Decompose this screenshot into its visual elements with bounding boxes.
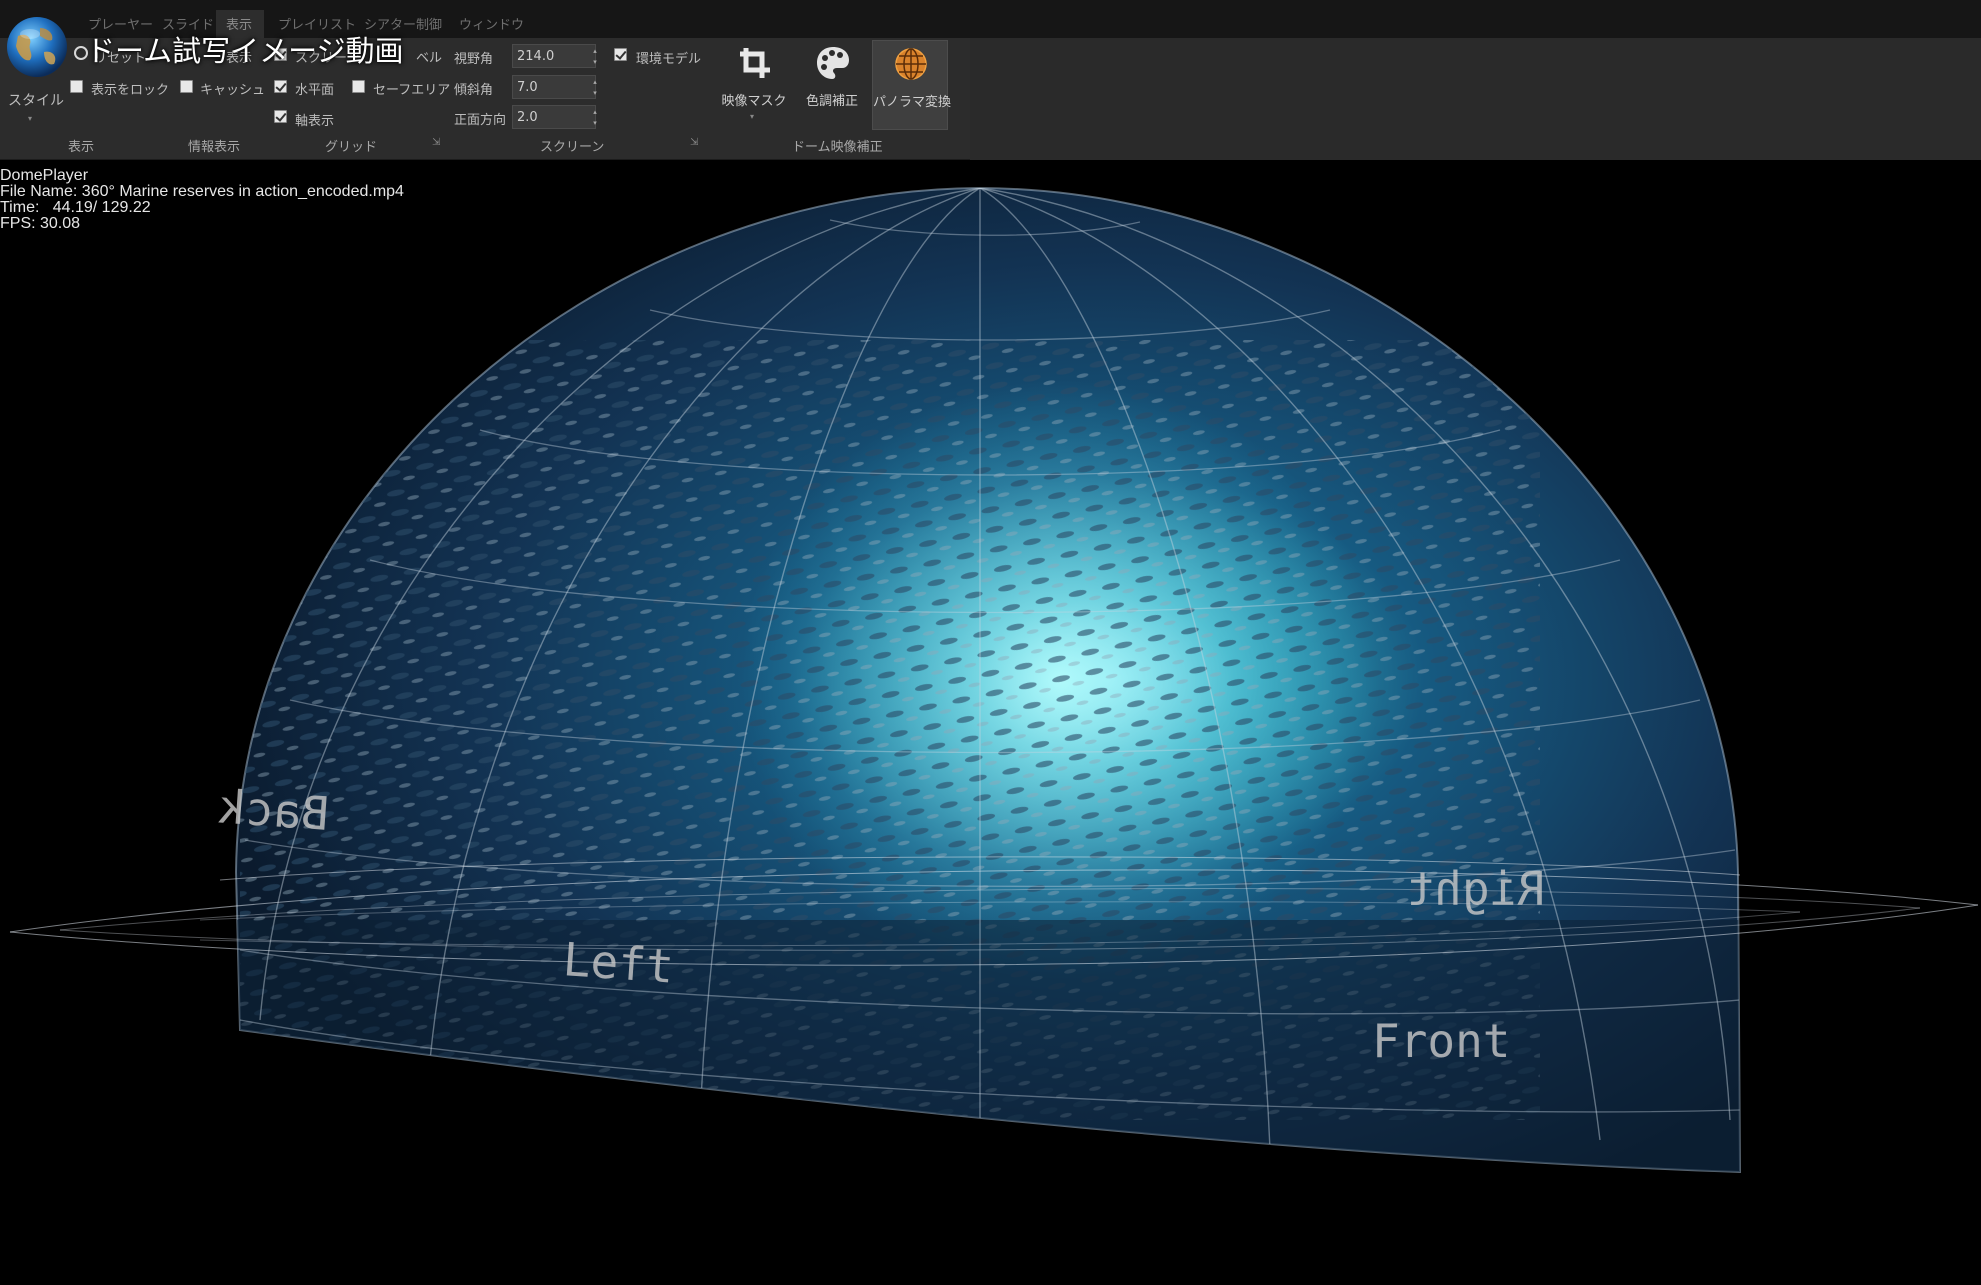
- video-mask-dropdown-icon[interactable]: ▾: [750, 112, 754, 121]
- front-direction-spinner-icon[interactable]: ▴ ▾: [588, 107, 602, 131]
- style-button[interactable]: スタイル: [8, 90, 64, 110]
- panorama-conversion-label: パノラマ変換: [873, 95, 952, 110]
- tilt-label: 傾斜角: [454, 83, 494, 98]
- video-title-overlay: ドーム試写イメージ動画: [86, 34, 404, 68]
- info-fps: FPS: 30.08: [0, 215, 81, 232]
- front-direction-input[interactable]: [512, 105, 596, 129]
- grid-launcher-icon[interactable]: ⇲: [432, 137, 440, 148]
- lock-display-label: 表示をロック: [91, 83, 170, 98]
- cache-label: キャッシュ: [200, 83, 266, 98]
- axis-label-right: Right: [1407, 862, 1545, 916]
- fov-input[interactable]: [512, 44, 596, 68]
- axis-label-left: Left: [561, 932, 675, 994]
- group-label-display: 表示: [68, 140, 95, 155]
- group-label-grid: グリッド: [325, 140, 378, 155]
- info-file-name: File Name: 360° Marine reserves in actio…: [0, 183, 404, 200]
- fov-spinner-icon[interactable]: ▴ ▾: [588, 46, 602, 70]
- panorama-conversion-button[interactable]: パノラマ変換: [872, 40, 952, 130]
- cache-checkbox[interactable]: [180, 80, 193, 93]
- video-mask-button[interactable]: 映像マスク ▾: [716, 40, 792, 130]
- safe-area-label: セーフエリア: [373, 83, 451, 98]
- ribbon-right-area: [970, 38, 1981, 160]
- env-model-label: 環境モデル: [636, 52, 702, 67]
- safe-area-checkbox[interactable]: [352, 80, 365, 93]
- info-time: Time: 44.19/ 129.22: [0, 199, 151, 216]
- axis-label-back: Back: [217, 779, 331, 841]
- front-direction-label: 正面方向: [454, 113, 507, 128]
- axis-label-front: Front: [1372, 1014, 1510, 1068]
- screen-launcher-icon[interactable]: ⇲: [690, 137, 698, 148]
- menu-window[interactable]: ウィンドウ: [459, 14, 524, 33]
- level-label: ベル: [416, 51, 443, 66]
- color-correction-label: 色調補正: [805, 94, 858, 109]
- lock-display-checkbox[interactable]: [70, 80, 83, 93]
- group-label-screen: スクリーン: [540, 140, 605, 155]
- video-mask-label: 映像マスク: [721, 94, 787, 109]
- axis-checkbox[interactable]: [274, 110, 287, 123]
- group-label-info: 情報表示: [188, 140, 241, 155]
- color-correction-button[interactable]: 色調補正: [794, 40, 870, 130]
- dome-viewport[interactable]: Back Left Right Front: [0, 160, 1981, 1285]
- tilt-input[interactable]: [512, 75, 596, 99]
- palette-icon: [817, 47, 849, 79]
- style-dropdown-arrow-icon[interactable]: ▾: [28, 114, 32, 123]
- crop-icon: [740, 48, 770, 78]
- axis-label: 軸表示: [295, 114, 335, 129]
- globe-grid-icon: [895, 48, 927, 80]
- horizon-checkbox[interactable]: [274, 80, 287, 93]
- playback-info-overlay: DomePlayer File Name: 360° Marine reserv…: [0, 168, 404, 232]
- group-label-dome-correction: ドーム映像補正: [792, 140, 883, 155]
- env-model-checkbox[interactable]: [614, 48, 627, 61]
- horizon-label: 水平面: [295, 83, 335, 98]
- fov-label: 視野角: [454, 52, 494, 67]
- info-app-name: DomePlayer: [0, 167, 89, 184]
- tilt-spinner-icon[interactable]: ▴ ▾: [588, 77, 602, 101]
- app-logo-icon[interactable]: [4, 14, 70, 80]
